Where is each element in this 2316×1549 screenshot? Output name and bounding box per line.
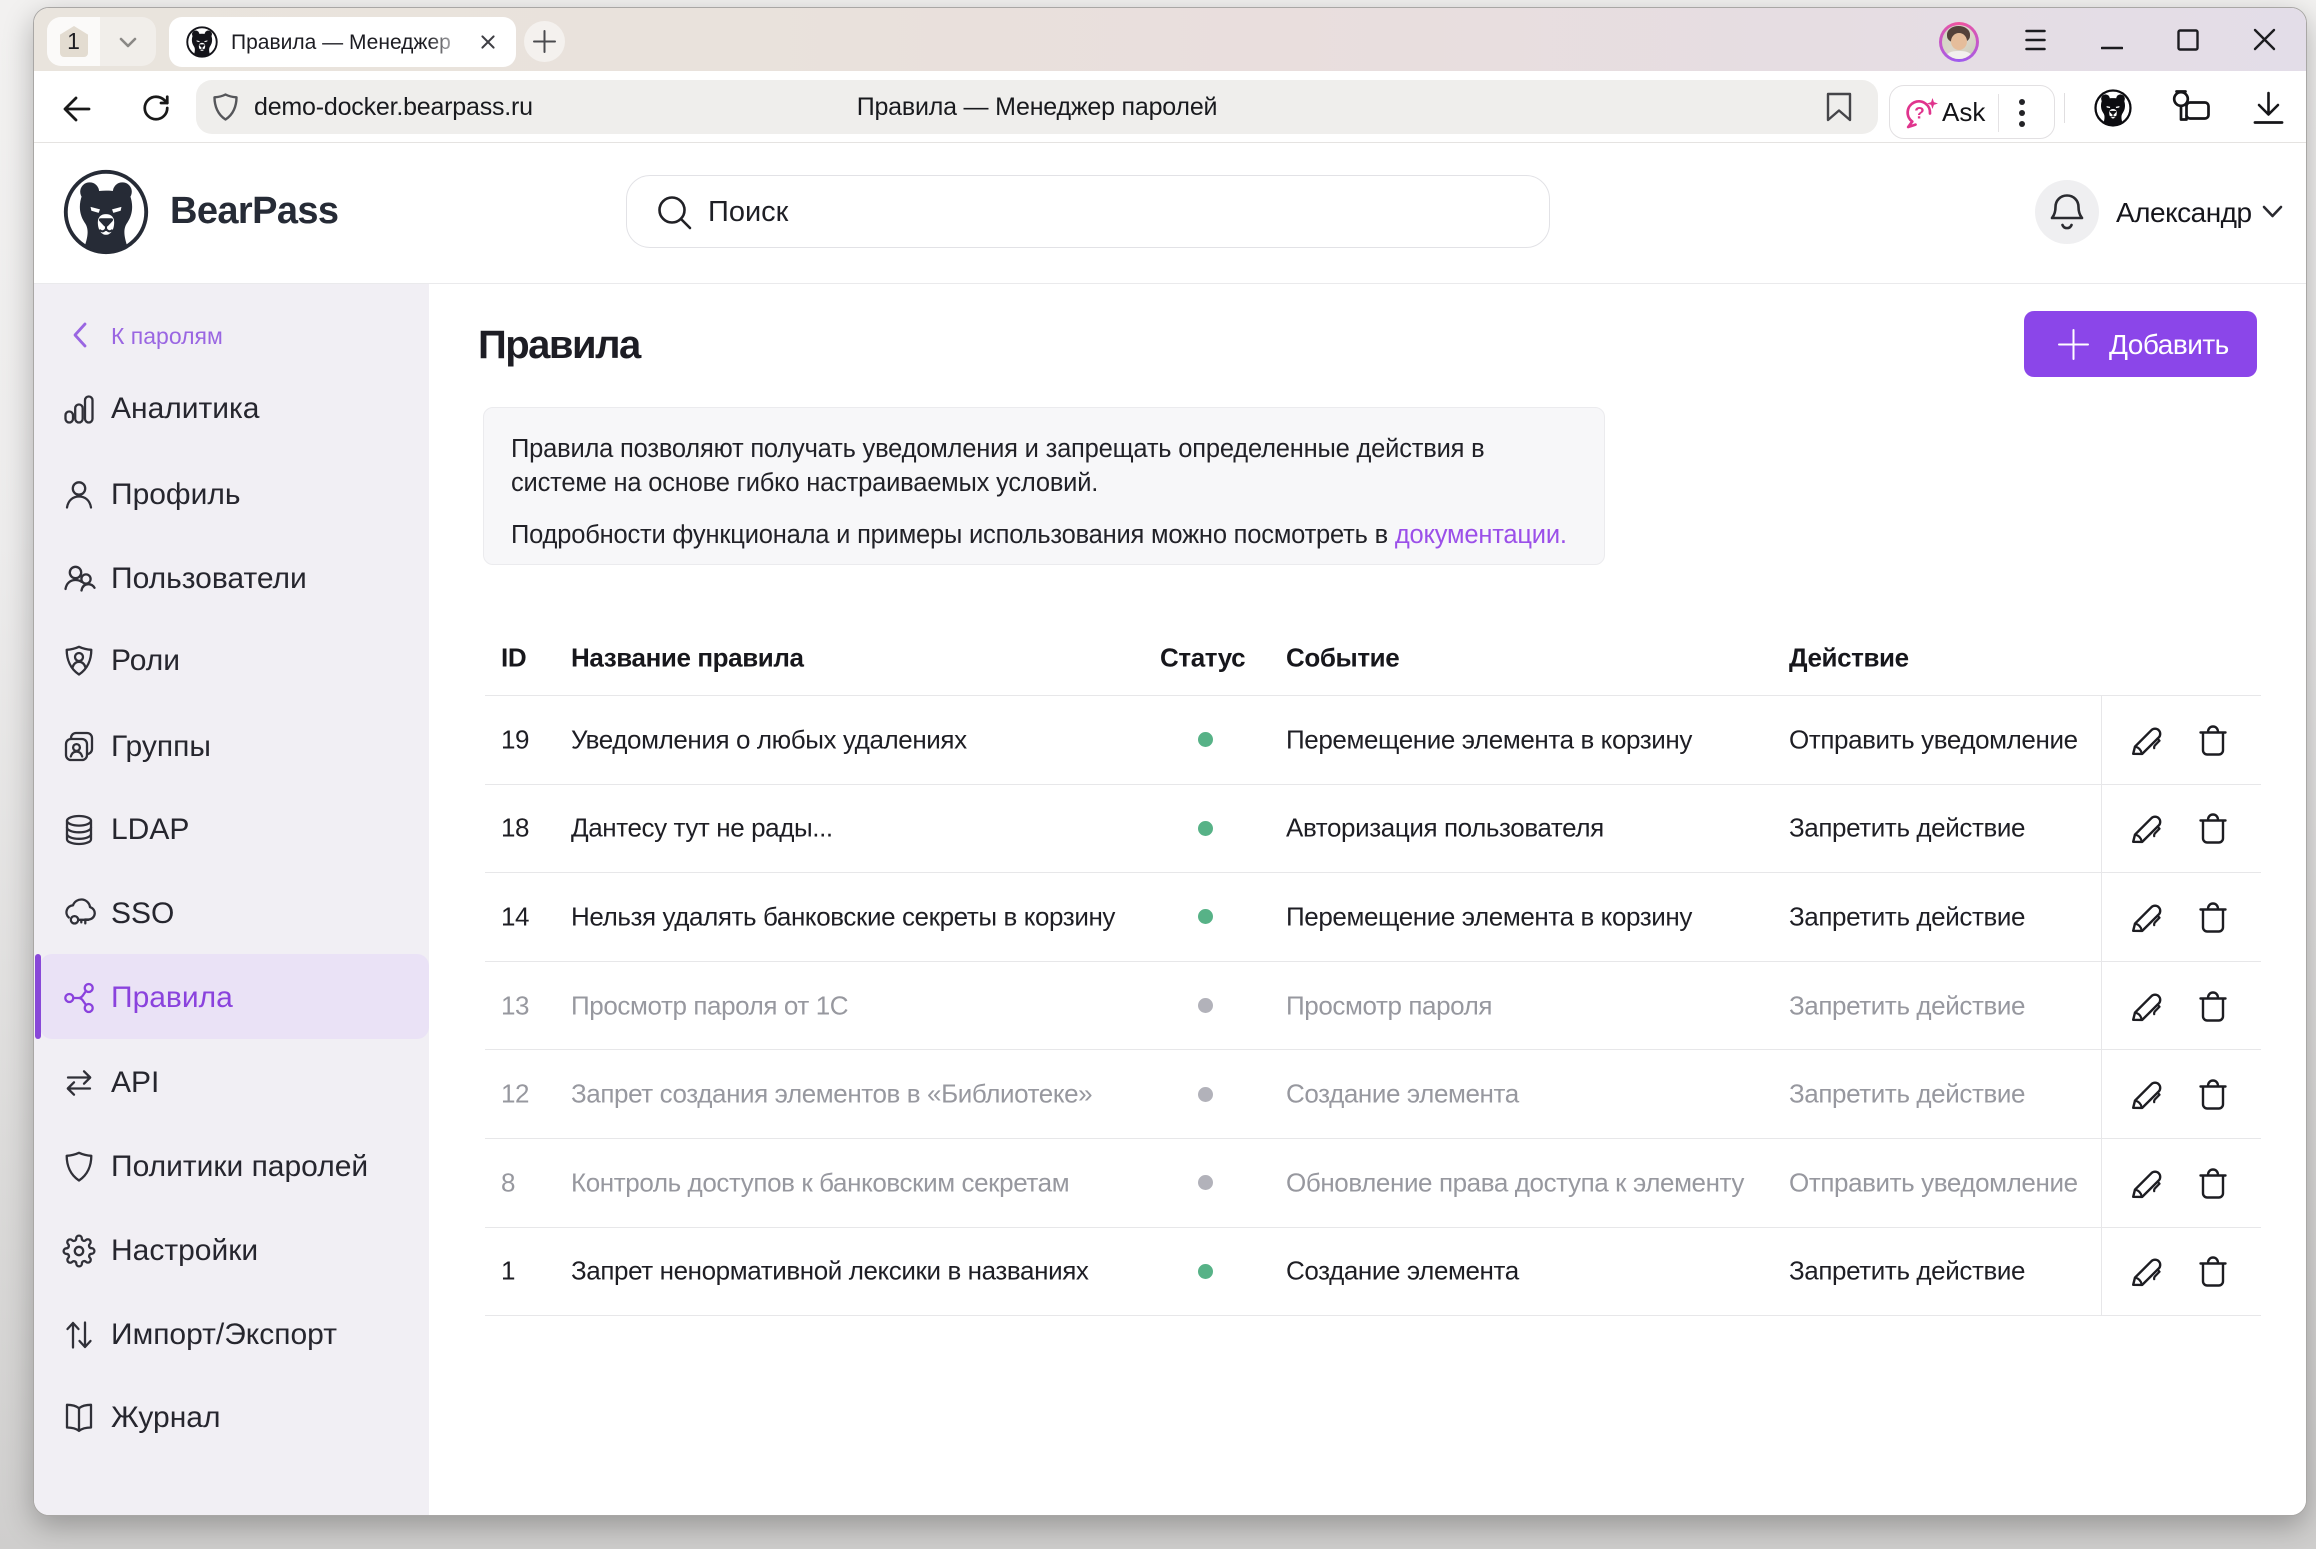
svg-text:?: ? bbox=[1914, 104, 1924, 123]
